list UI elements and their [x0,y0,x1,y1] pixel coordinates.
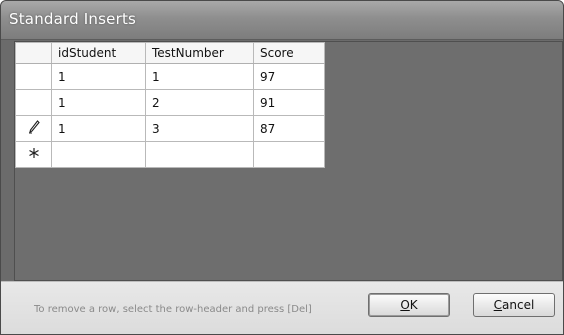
cell-testnumber[interactable]: 3 [145,115,254,142]
column-header-testnumber[interactable]: TestNumber [145,42,254,64]
cancel-label: ancel [502,298,535,312]
cell-testnumber[interactable]: 2 [145,89,254,116]
asterisk-icon [28,147,39,158]
pencil-icon [28,119,40,133]
column-header-score[interactable]: Score [253,42,325,64]
new-row[interactable] [15,141,325,168]
data-grid[interactable]: idStudent TestNumber Score 1 1 97 1 2 91 [14,41,563,281]
cell-score[interactable]: 87 [253,115,325,142]
cell-score[interactable]: 91 [253,89,325,116]
ok-mnemonic: O [400,298,410,312]
table-row[interactable]: 1 3 87 [15,115,325,142]
cancel-button[interactable]: Cancel [473,293,555,317]
cell-idstudent[interactable]: 1 [51,89,146,116]
cell-testnumber[interactable] [145,141,254,168]
cell-idstudent[interactable]: 1 [51,63,146,90]
title-bar[interactable]: Standard Inserts [1,1,563,40]
cancel-mnemonic: C [493,298,503,312]
footer-bar: To remove a row, select the row-header a… [1,281,563,334]
table-row[interactable]: 1 1 97 [15,63,325,90]
grid-table: idStudent TestNumber Score 1 1 97 1 2 91 [15,42,325,168]
cell-score[interactable]: 97 [253,63,325,90]
row-header[interactable] [15,89,52,116]
table-row[interactable]: 1 2 91 [15,89,325,116]
row-header[interactable] [15,115,52,142]
cell-score[interactable] [253,141,325,168]
cell-idstudent[interactable] [51,141,146,168]
remove-row-hint: To remove a row, select the row-header a… [34,304,312,315]
column-header-idstudent[interactable]: idStudent [51,42,146,64]
cell-testnumber[interactable]: 1 [145,63,254,90]
grid-header-row: idStudent TestNumber Score [15,42,325,64]
corner-header-cell[interactable] [15,42,52,64]
ok-label: K [409,298,418,312]
row-header[interactable] [15,141,52,168]
ok-button[interactable]: OK [368,293,450,317]
window-title: Standard Inserts [9,10,137,28]
dialog-window: Standard Inserts idStudent TestNumber Sc… [0,0,564,335]
cell-idstudent[interactable]: 1 [51,115,146,142]
row-header[interactable] [15,63,52,90]
